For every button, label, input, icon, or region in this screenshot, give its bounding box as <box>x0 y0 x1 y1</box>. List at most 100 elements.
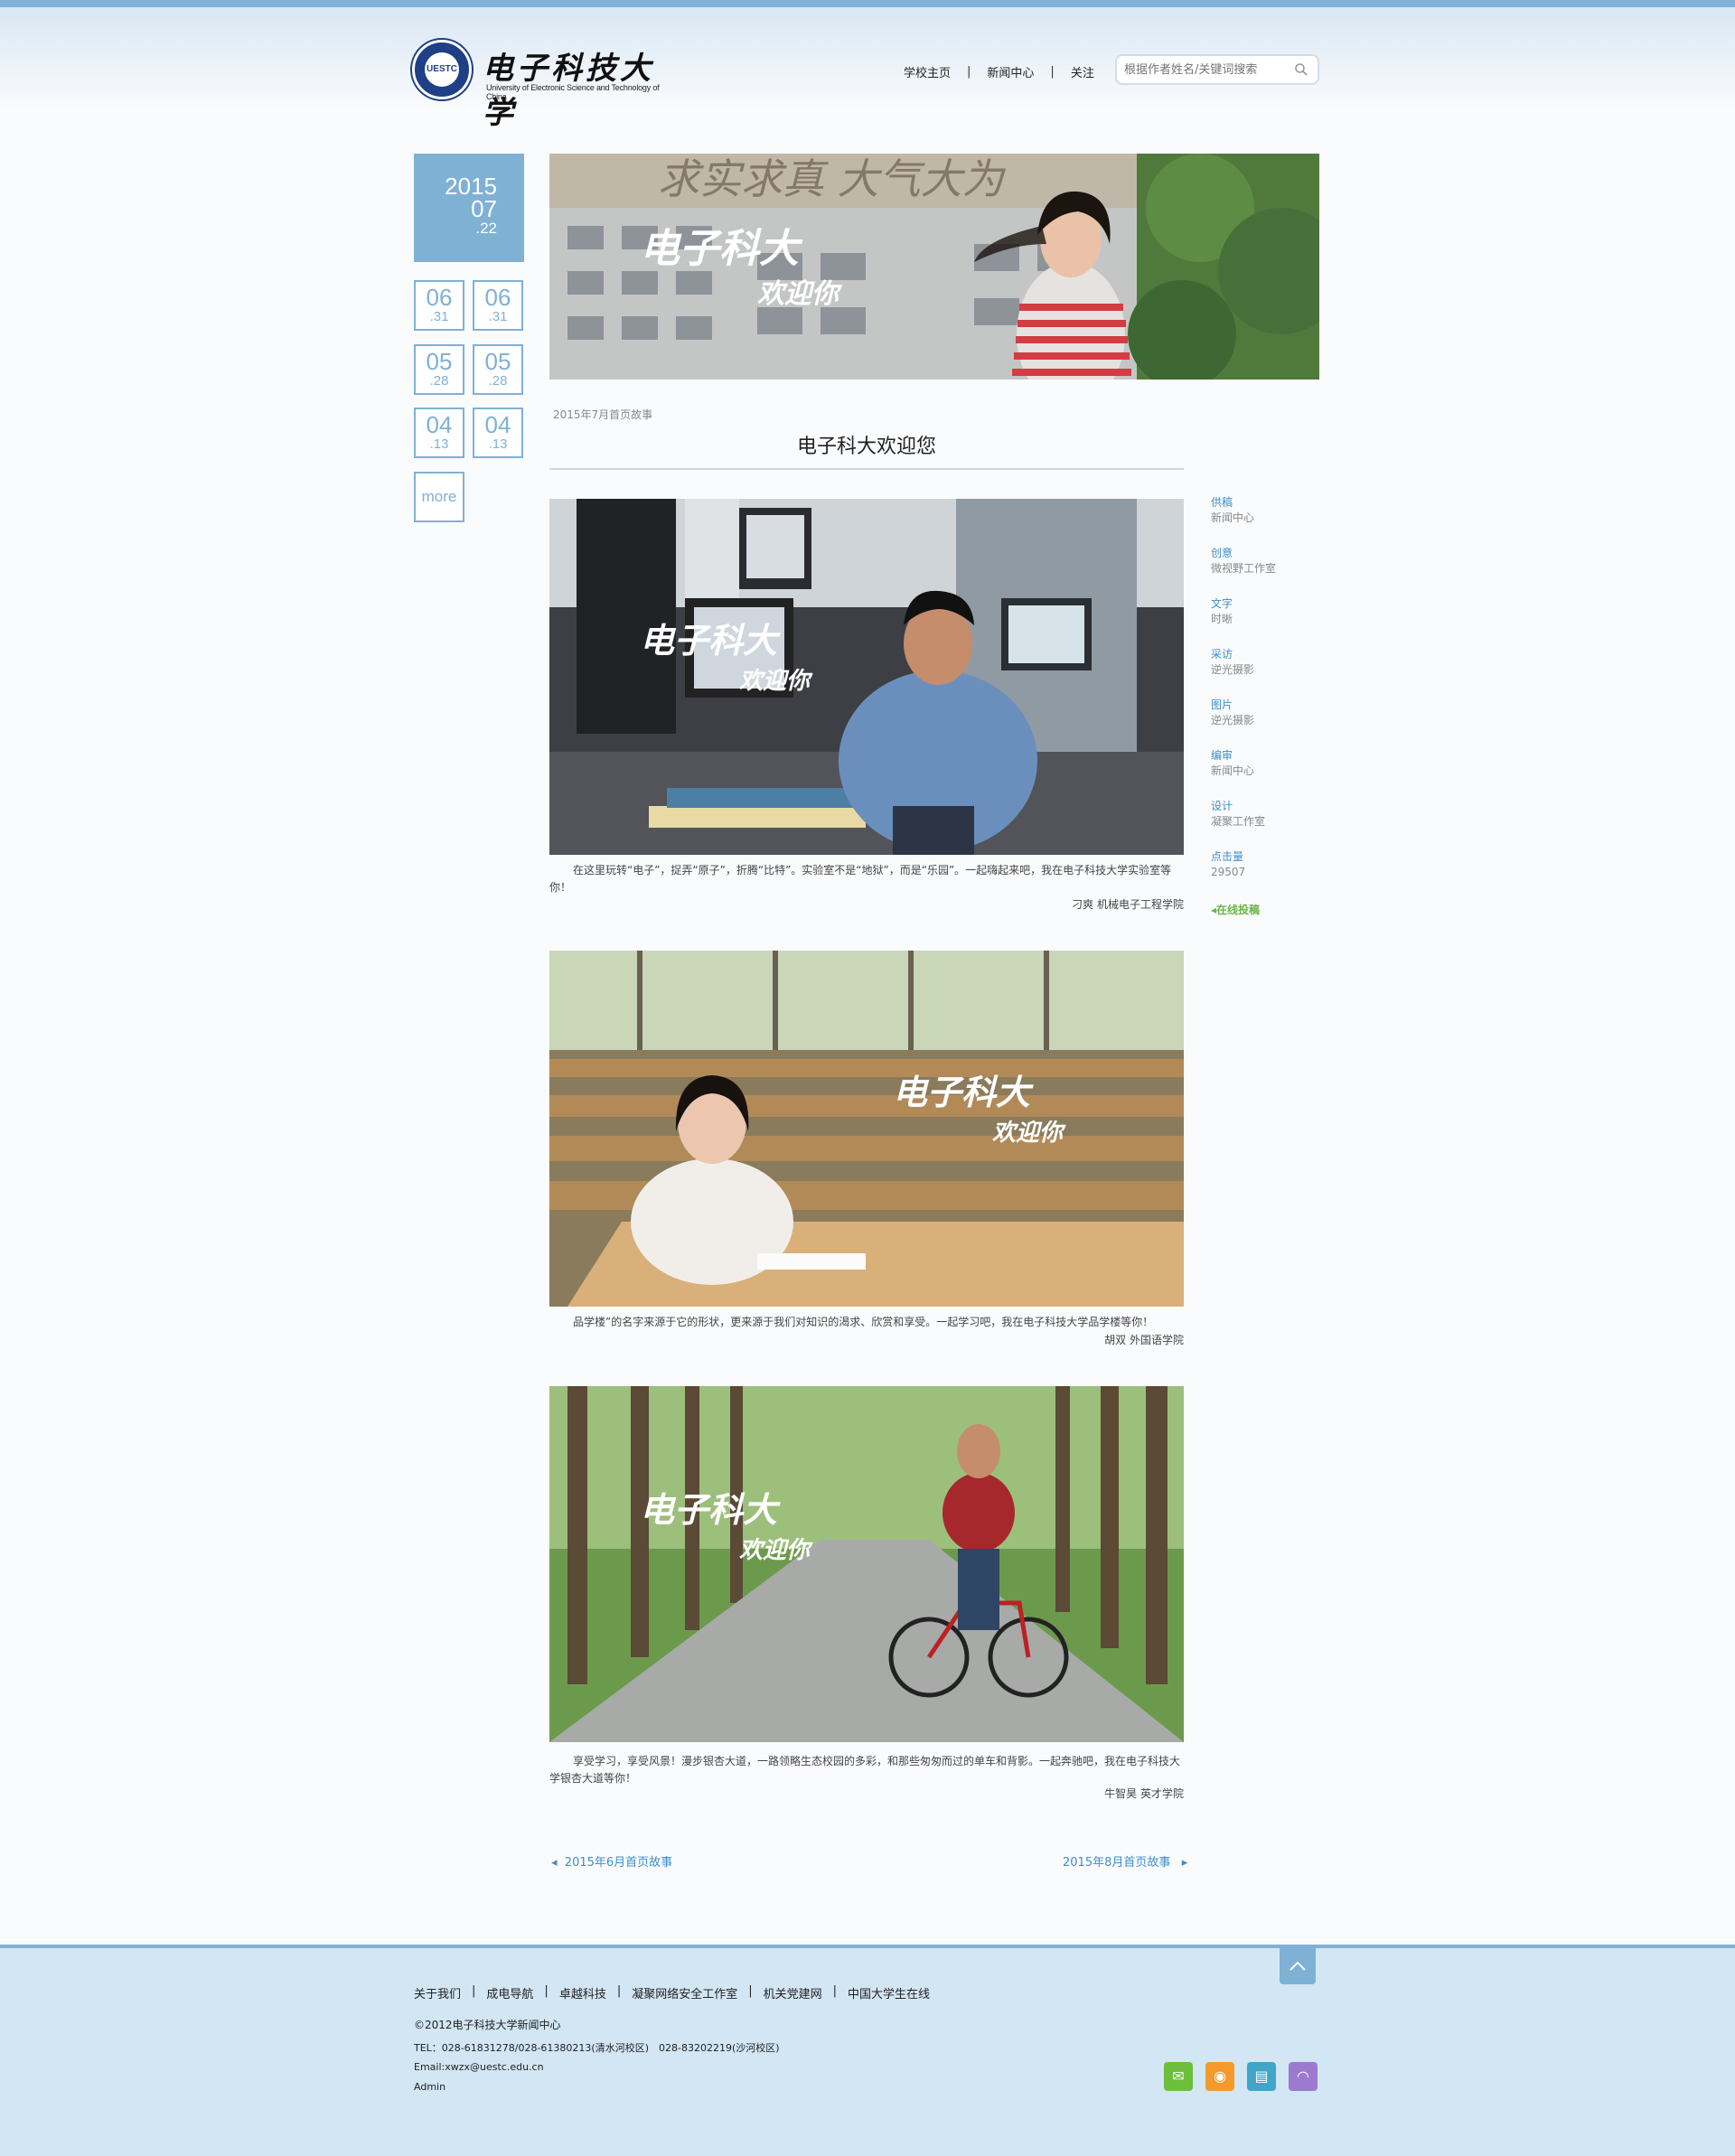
archive-date-2[interactable]: 05 .28 <box>414 344 464 395</box>
prev-story-label: 2015年6月首页故事 <box>564 1856 673 1870</box>
footer-link-navigation[interactable]: 成电导航 <box>486 1984 533 2001</box>
footer-separator: | <box>472 1984 476 1998</box>
rss-icon[interactable]: ◠ <box>1289 2062 1318 2091</box>
photo-credit: 胡双 外国语学院 <box>1104 1334 1184 1346</box>
caret-right-icon: ▸ <box>1181 1856 1188 1870</box>
credit-item: 图片 逆光摄影 <box>1211 698 1319 748</box>
archive-date-5[interactable]: 04 .13 <box>473 408 523 458</box>
book-icon[interactable]: ▤ <box>1247 2062 1276 2091</box>
archive-month: 06 <box>484 284 511 311</box>
next-story-label: 2015年8月首页故事 <box>1063 1856 1171 1870</box>
footer-separator: | <box>544 1984 549 1998</box>
credit-value: 微视野工作室 <box>1211 562 1277 575</box>
archive-month: 04 <box>484 411 511 438</box>
search-icon[interactable] <box>1294 62 1308 77</box>
photo-caption: 在这里玩转“电子”，捉弄“原子”，折腾“比特”。实验室不是“地狱”，而是“乐园”… <box>549 864 1172 894</box>
credit-label: 编审 <box>1211 749 1233 762</box>
emblem-badge-text: UESTC <box>425 52 459 87</box>
credit-item: 设计 凝聚工作室 <box>1211 799 1319 849</box>
credit-label: 创意 <box>1211 547 1233 559</box>
photo-watermark-line1: 电子科大 <box>640 1489 781 1530</box>
footer-link-tech[interactable]: 卓越科技 <box>559 1984 606 2001</box>
online-submit-link[interactable]: ◂在线投稿 <box>1211 902 1260 917</box>
footer-link-student[interactable]: 中国大学生在线 <box>848 1984 930 2001</box>
photo-credit: 牛智昊 英才学院 <box>1104 1787 1184 1800</box>
credit-value: 新闻中心 <box>1211 511 1255 524</box>
archive-day: .13 <box>488 436 508 452</box>
credit-label: 点击量 <box>1211 850 1244 863</box>
top-nav: 学校主页 | 新闻中心 | 关注 <box>904 63 1094 80</box>
more-archives-button[interactable]: more <box>414 472 464 522</box>
archive-month: 06 <box>426 284 453 311</box>
footer-link-party[interactable]: 机关党建网 <box>764 1984 822 2001</box>
hero-watermark-line2: 欢迎你 <box>757 278 843 310</box>
current-year: 2015 <box>445 173 497 200</box>
credit-value: 新闻中心 <box>1211 764 1255 777</box>
archive-date-0[interactable]: 06 .31 <box>414 280 464 331</box>
credit-value: 逆光摄影 <box>1211 714 1255 726</box>
footer-separator: | <box>832 1984 838 1998</box>
nav-news-center[interactable]: 新闻中心 <box>987 63 1034 80</box>
credit-item: 创意 微视野工作室 <box>1211 546 1319 596</box>
photo-watermark-line1: 电子科大 <box>893 1072 1034 1112</box>
photo-caption: 享受学习，享受风景！漫步银杏大道，一路领略生态校园的多彩，和那些匆匆而过的单车和… <box>549 1755 1181 1785</box>
nav-follow[interactable]: 关注 <box>1071 63 1094 80</box>
university-logo[interactable]: UESTC 电子科技大学 University of Electronic Sc… <box>412 40 674 131</box>
online-submit-label: 在线投稿 <box>1216 904 1261 916</box>
hero-wall-inscription: 求实求真 大气大为 <box>658 155 1007 203</box>
wechat-icon[interactable]: ✉ <box>1164 2062 1193 2091</box>
story-photo-classroom: 电子科大 欢迎你 <box>549 951 1184 1307</box>
current-issue-date: 2015 07 .22 <box>414 154 524 262</box>
title-divider <box>549 468 1184 470</box>
archive-date-3[interactable]: 05 .28 <box>473 344 523 395</box>
credit-label: 设计 <box>1211 800 1233 812</box>
story-photo-avenue: 电子科大 欢迎你 <box>549 1386 1184 1742</box>
back-to-top-button[interactable] <box>1280 1948 1316 1984</box>
top-accent-bar <box>0 0 1735 7</box>
archive-date-1[interactable]: 06 .31 <box>473 280 523 331</box>
credit-item: 采访 逆光摄影 <box>1211 647 1319 698</box>
article-kicker: 2015年7月首页故事 <box>553 408 653 421</box>
current-day: .22 <box>475 220 497 237</box>
hero-watermark-line1: 电子科大 <box>640 226 803 272</box>
credits-list: 供稿 新闻中心 创意 微视野工作室 文字 时晰 采访 逆光摄影 图片 逆光摄影 … <box>1211 495 1319 900</box>
credit-item-views: 点击量 29507 <box>1211 849 1319 900</box>
footer-admin-link[interactable]: Admin <box>414 2081 445 2093</box>
archive-month: 05 <box>484 348 511 375</box>
credit-item: 供稿 新闻中心 <box>1211 495 1319 546</box>
search-input[interactable] <box>1124 61 1287 79</box>
footer-separator: | <box>748 1984 753 1998</box>
archive-month: 05 <box>426 348 453 375</box>
photo-watermark-line2: 欢迎你 <box>739 668 813 695</box>
credit-item: 编审 新闻中心 <box>1211 748 1319 799</box>
story-photo-lab: 电子科大 欢迎你 <box>549 499 1184 855</box>
credit-label: 供稿 <box>1211 496 1233 509</box>
search-box <box>1115 54 1319 85</box>
hero-banner: 求实求真 大气大为 电子科大 欢迎你 <box>549 154 1319 380</box>
header-band <box>0 7 1735 108</box>
archive-day: .13 <box>429 436 449 452</box>
weibo-icon[interactable]: ◉ <box>1205 2062 1234 2091</box>
footer <box>0 1945 1735 2156</box>
prev-story-link[interactable]: ◂ 2015年6月首页故事 <box>551 1852 672 1870</box>
footer-link-security[interactable]: 凝聚网络安全工作室 <box>632 1984 737 2001</box>
view-count: 29507 <box>1211 866 1246 878</box>
archive-date-4[interactable]: 04 .13 <box>414 408 464 458</box>
footer-links: 关于我们 | 成电导航 | 卓越科技 | 凝聚网络安全工作室 | 机关党建网 | 中国大学… <box>414 1984 930 2001</box>
archive-month: 04 <box>426 411 453 438</box>
credit-label: 采访 <box>1211 648 1233 661</box>
credit-label: 图片 <box>1211 698 1233 711</box>
photo-watermark-line2: 欢迎你 <box>992 1120 1066 1147</box>
article-title: 电子科大欢迎您 <box>796 436 936 458</box>
footer-link-about[interactable]: 关于我们 <box>414 1984 461 2001</box>
credit-value: 凝聚工作室 <box>1211 815 1266 828</box>
emblem-icon: UESTC <box>412 40 472 99</box>
footer-copyright: ©2012电子科技大学新闻中心 <box>414 2019 561 2031</box>
archive-day: .28 <box>488 373 508 389</box>
next-story-link[interactable]: 2015年8月首页故事 ▸ <box>1063 1852 1187 1870</box>
footer-email[interactable]: Email:xwzx@uestc.edu.cn <box>414 2061 544 2073</box>
credit-item: 文字 时晰 <box>1211 596 1319 647</box>
nav-school-home[interactable]: 学校主页 <box>904 63 951 80</box>
photo-credit: 刁爽 机械电子工程学院 <box>1072 898 1184 911</box>
credit-label: 文字 <box>1211 597 1233 610</box>
